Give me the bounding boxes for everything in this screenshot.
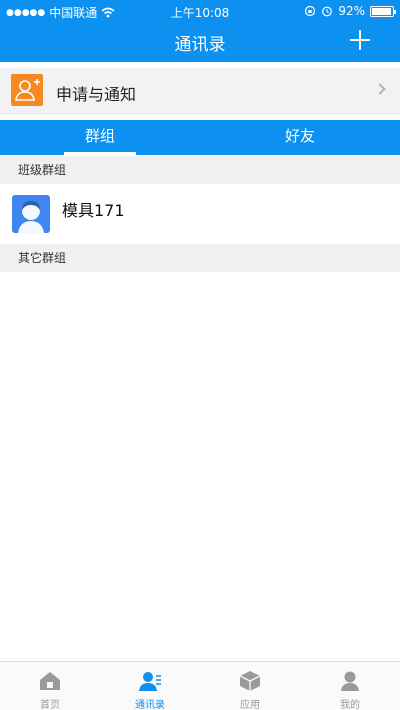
home-icon bbox=[40, 672, 60, 690]
requests-and-notifications-row[interactable]: 申请与通知 bbox=[0, 68, 400, 114]
status-right: 92% bbox=[304, 4, 396, 18]
battery-percent: 92% bbox=[338, 4, 365, 18]
add-user-icon bbox=[11, 74, 43, 106]
contacts-icon bbox=[139, 672, 161, 691]
top-bar: ●●●●● 中国联通 上午10:08 92% 通讯录 bbox=[0, 0, 400, 62]
alarm-icon bbox=[322, 6, 333, 17]
tab-apps[interactable]: 应用 bbox=[200, 662, 300, 710]
tab-contacts-label: 通讯录 bbox=[135, 700, 165, 710]
chevron-right-icon bbox=[374, 83, 386, 95]
group-name: 模具171 bbox=[62, 201, 125, 220]
tab-profile-label: 我的 bbox=[340, 700, 360, 710]
bottom-tab-bar: 首页 通讯录 应用 我的 bbox=[0, 661, 400, 710]
page-title: 通讯录 bbox=[174, 35, 226, 55]
tab-bar-top: 群组 好友 bbox=[0, 120, 400, 155]
section-other-groups: 其它群组 bbox=[0, 244, 400, 272]
profile-icon bbox=[341, 671, 359, 691]
apps-cube-icon bbox=[239, 671, 261, 691]
group-avatar-icon bbox=[12, 195, 50, 233]
orientation-lock-icon bbox=[305, 5, 316, 17]
status-bar: ●●●●● 中国联通 上午10:08 92% bbox=[0, 0, 400, 22]
add-button[interactable] bbox=[348, 28, 372, 52]
battery-icon bbox=[370, 5, 396, 17]
tab-home[interactable]: 首页 bbox=[0, 662, 100, 710]
tab-groups[interactable]: 群组 bbox=[0, 120, 200, 155]
tab-friends[interactable]: 好友 bbox=[200, 120, 400, 155]
list-item[interactable]: 模具171 bbox=[0, 184, 400, 244]
tab-profile[interactable]: 我的 bbox=[300, 662, 400, 710]
section-class-groups: 班级群组 bbox=[0, 156, 400, 184]
tab-apps-label: 应用 bbox=[240, 700, 260, 710]
tab-contacts[interactable]: 通讯录 bbox=[100, 662, 200, 710]
notifications-label: 申请与通知 bbox=[56, 85, 137, 104]
tab-home-label: 首页 bbox=[40, 700, 60, 710]
active-tab-indicator bbox=[64, 152, 136, 155]
